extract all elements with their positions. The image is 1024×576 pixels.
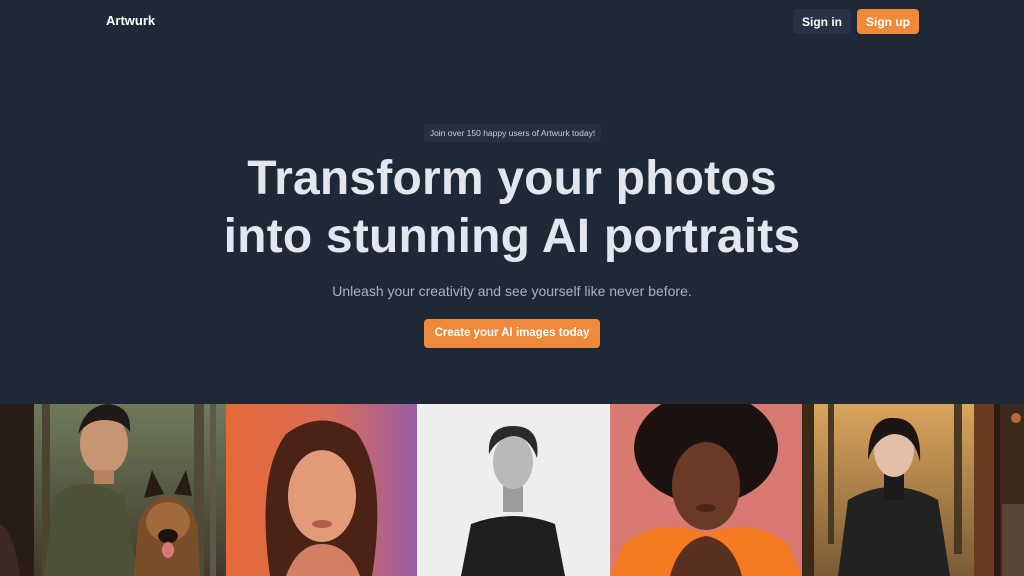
hero-section: Join over 150 happy users of Artwurk tod… [0, 123, 1024, 348]
portrait-image-man-black-and-white [417, 404, 610, 576]
hero-title-line-2: into stunning AI portraits [223, 210, 801, 263]
portrait-image-woman-orange-light [226, 404, 417, 576]
sign-in-button[interactable]: Sign in [793, 9, 851, 34]
portrait-image-man-with-dog [34, 404, 226, 576]
hero-subtitle: Unleash your creativity and see yourself… [332, 283, 692, 299]
hero-title: Transform your photos into stunning AI p… [0, 150, 1024, 266]
nav-actions: Sign in Sign up [793, 9, 919, 34]
portrait-gallery [0, 404, 1024, 576]
landing-page: Artwurk Sign in Sign up Join over 150 ha… [0, 0, 1024, 576]
portrait-image-partial-right [994, 404, 1024, 576]
portrait-image-woman-orange-jacket [610, 404, 802, 576]
portrait-image-woman-autumn-park [802, 404, 994, 576]
user-count-badge: Join over 150 happy users of Artwurk tod… [423, 124, 602, 142]
top-nav: Artwurk Sign in Sign up [0, 0, 1024, 42]
hero-title-line-1: Transform your photos [247, 152, 777, 205]
create-images-button[interactable]: Create your AI images today [423, 319, 601, 348]
portrait-image-partial-left [0, 404, 34, 576]
brand-logo[interactable]: Artwurk [106, 13, 155, 28]
sign-up-button[interactable]: Sign up [857, 9, 919, 34]
